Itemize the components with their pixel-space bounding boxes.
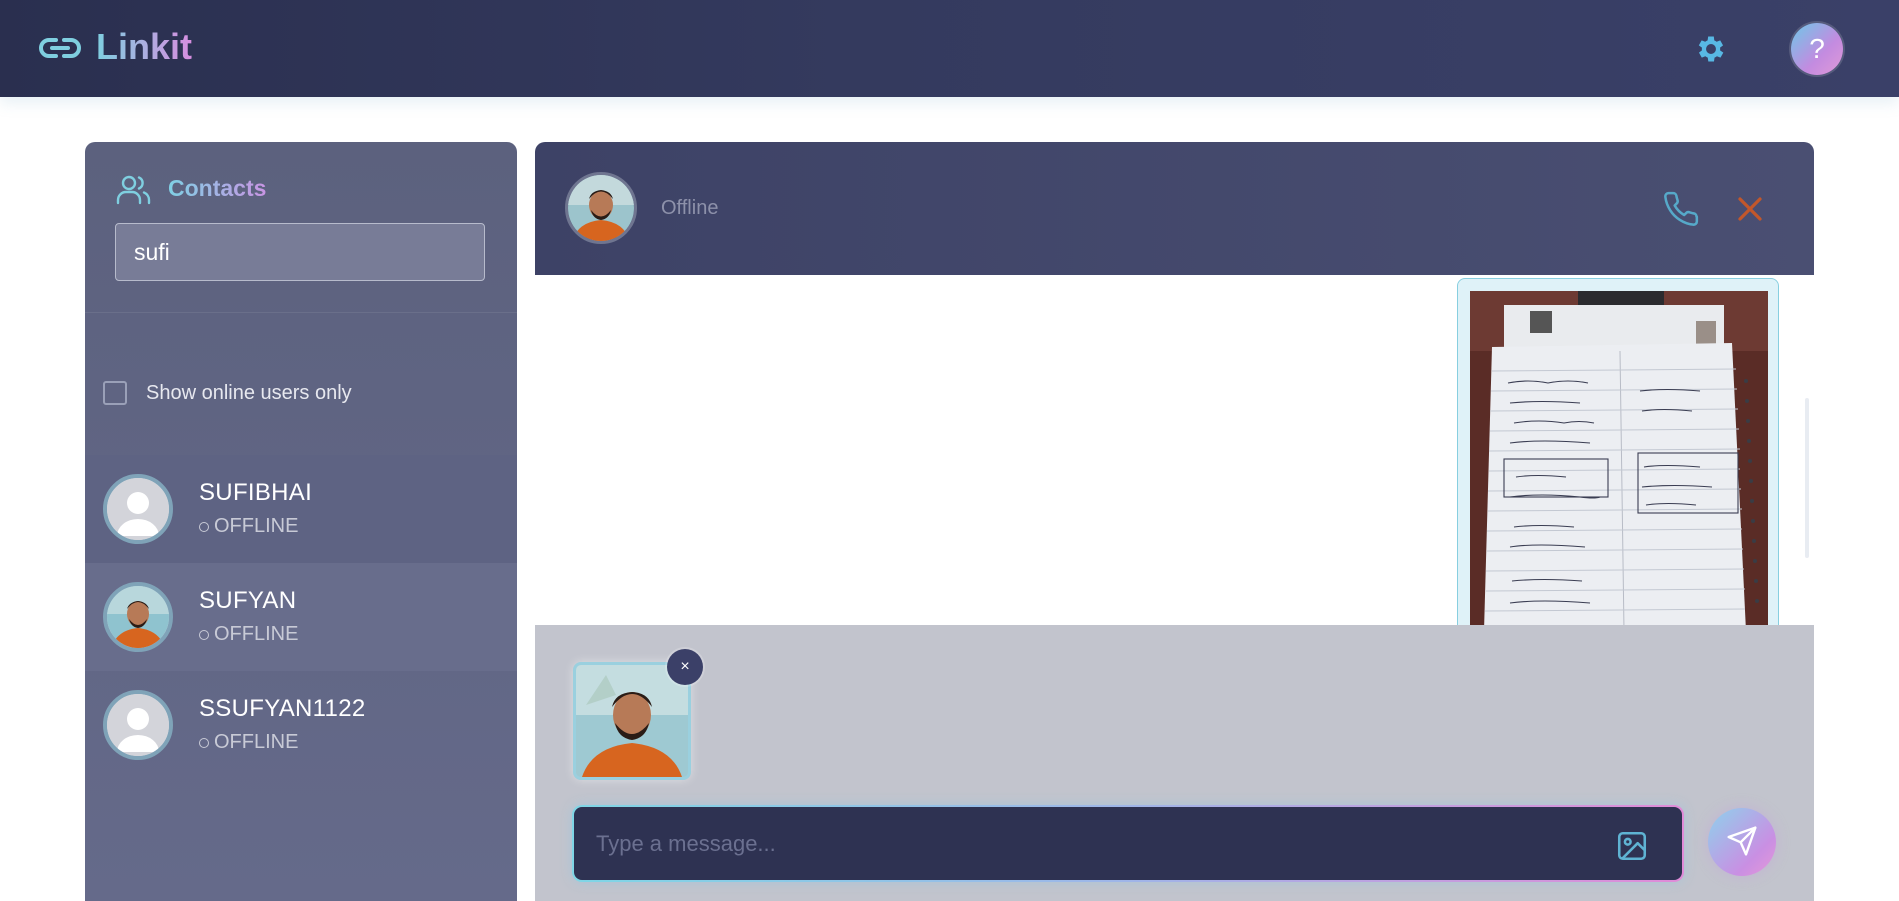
contact-name: SUFIBHAI <box>199 479 313 506</box>
chat-user-status: Offline <box>661 197 719 219</box>
sidebar-divider <box>85 312 517 313</box>
send-icon <box>1727 826 1757 856</box>
contact-item[interactable]: SUFYAN OFFLINE <box>85 563 517 671</box>
messages-area <box>535 275 1814 625</box>
default-avatar-icon <box>103 690 173 760</box>
message-composer: × <box>535 625 1814 901</box>
contact-status-text: OFFLINE <box>214 515 299 537</box>
status-dot-icon <box>199 629 209 640</box>
messages-scrollbar[interactable] <box>1805 398 1809 558</box>
settings-gear-icon[interactable] <box>1694 32 1728 66</box>
phone-call-icon[interactable] <box>1662 190 1700 228</box>
message-input-wrapper <box>572 805 1684 882</box>
chat-user-avatar[interactable] <box>565 172 637 244</box>
contacts-title: Contacts <box>168 175 267 201</box>
send-button[interactable] <box>1708 808 1776 876</box>
image-message[interactable] <box>1457 278 1779 625</box>
contact-status: OFFLINE <box>199 623 298 646</box>
users-icon <box>116 175 151 205</box>
contact-status-text: OFFLINE <box>214 623 299 645</box>
status-dot-icon <box>199 737 209 748</box>
remove-attachment-button[interactable]: × <box>667 649 703 685</box>
online-filter[interactable]: Show online users only <box>103 378 352 408</box>
contact-name: SUFYAN <box>199 587 297 614</box>
app-logo-text[interactable]: Linkit <box>96 26 192 68</box>
default-avatar-icon <box>103 474 173 544</box>
contacts-sidebar: Contacts Show online users only SUFIBHAI… <box>85 142 517 901</box>
status-dot-icon <box>199 521 209 532</box>
close-chat-icon[interactable] <box>1735 194 1765 224</box>
contact-status: OFFLINE <box>199 515 298 538</box>
online-only-label: Show online users only <box>146 381 352 404</box>
online-only-checkbox[interactable] <box>103 381 127 405</box>
contact-name: SSUFYAN1122 <box>199 695 366 722</box>
notebook-photo <box>1470 291 1768 625</box>
link-icon <box>39 38 81 58</box>
message-input[interactable] <box>574 807 1682 880</box>
chat-header: Offline <box>535 142 1814 275</box>
contact-status: OFFLINE <box>199 731 298 754</box>
help-button[interactable]: ? <box>1791 23 1843 75</box>
contact-item[interactable]: SUFIBHAI OFFLINE <box>85 455 517 563</box>
top-navbar: Linkit ? <box>0 0 1899 97</box>
contact-item[interactable]: SSUFYAN1122 OFFLINE <box>85 671 517 779</box>
contact-search-input[interactable] <box>115 223 485 281</box>
user-photo-avatar <box>103 582 173 652</box>
contact-status-text: OFFLINE <box>214 731 299 753</box>
image-attach-icon[interactable] <box>1615 829 1649 863</box>
